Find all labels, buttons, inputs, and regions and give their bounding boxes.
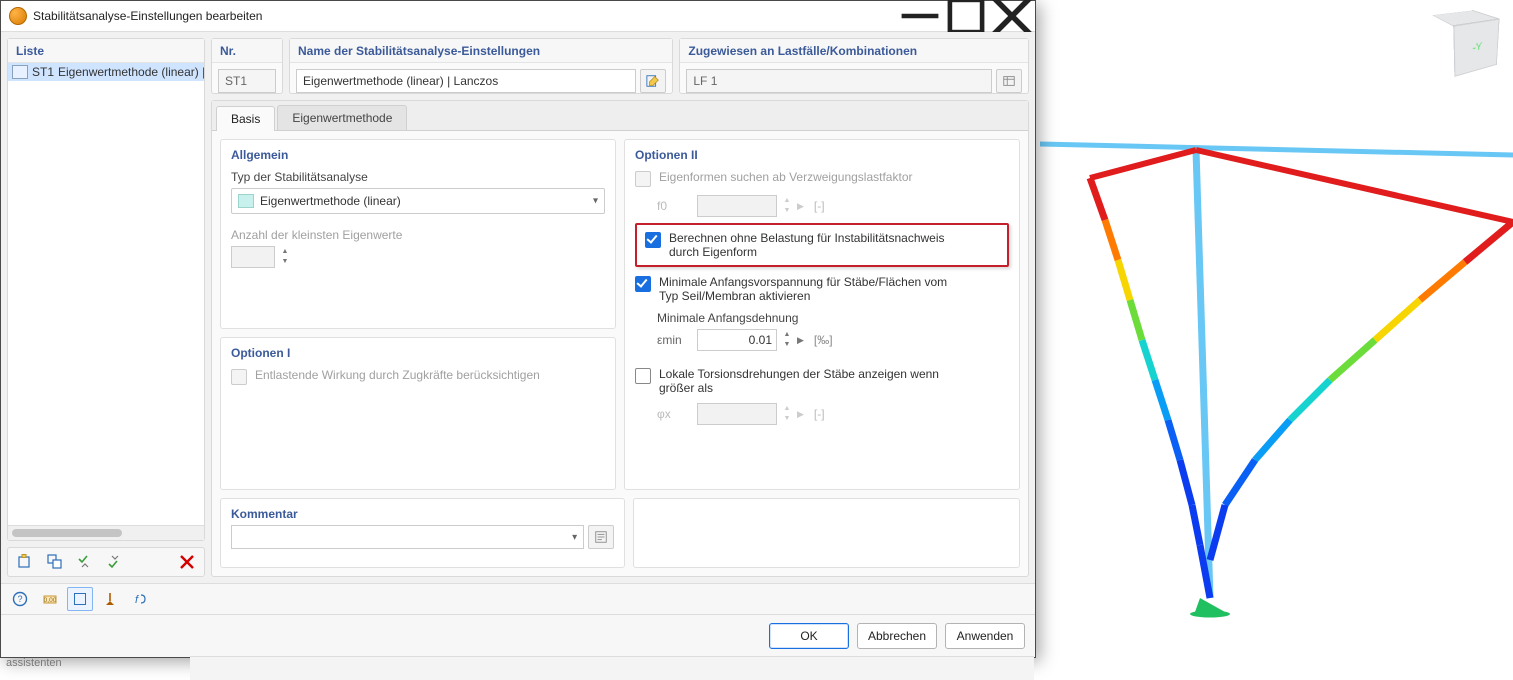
check-down-button[interactable] [72, 550, 98, 574]
kommentar-edit-button[interactable] [588, 525, 614, 549]
new-item-button[interactable] [12, 550, 38, 574]
highlight-berechnen-ohne-belastung: Berechnen ohne Belastung für Instabilitä… [635, 223, 1009, 267]
app-icon [9, 7, 27, 25]
list-item-swatch [12, 65, 28, 79]
supports-button[interactable] [97, 587, 123, 611]
svg-text:?: ? [17, 594, 22, 604]
spin-anzahl-value[interactable] [231, 246, 275, 268]
name-input[interactable]: Eigenwertmethode (linear) | Lanczos [296, 69, 636, 93]
label-emin: εmin [657, 333, 691, 347]
maximize-button[interactable] [943, 1, 989, 31]
nr-panel: Nr. ST1 [211, 38, 283, 94]
assigned-input[interactable]: LF 1 [686, 69, 992, 93]
group-kommentar: Kommentar ▾ [220, 498, 625, 568]
group-title-optionen2: Optionen II [635, 148, 1009, 162]
label-lokale-torsion: Lokale Torsionsdrehungen der Stäbe anzei… [659, 367, 959, 395]
checkbox-lokale-torsion[interactable] [635, 368, 651, 384]
checkbox-entlastende-wirkung [231, 369, 247, 385]
chevron-down-icon: ▾ [593, 196, 598, 207]
list-body[interactable]: ST1 Eigenwertmethode (linear) | Lancz [8, 63, 204, 525]
duplicate-item-button[interactable] [42, 550, 68, 574]
name-panel: Name der Stabilitätsanalyse-Einstellunge… [289, 38, 673, 94]
nr-input[interactable]: ST1 [218, 69, 276, 93]
spin-phix-value [697, 403, 777, 425]
check-up-button[interactable] [102, 550, 128, 574]
svg-text:0,00: 0,00 [44, 597, 57, 604]
dialog-bottom-toolbar: ? 0,00 f [1, 583, 1035, 614]
group-title-allgemein: Allgemein [231, 148, 605, 162]
delete-item-button[interactable] [174, 550, 200, 574]
checkbox-berechnen-ohne-belastung[interactable] [645, 232, 661, 248]
checkbox-min-vorspannung[interactable] [635, 276, 651, 292]
spin-f0: ▲▼ ▶ [697, 195, 804, 217]
apply-button[interactable]: Anwenden [945, 623, 1025, 649]
unit-emin: [‰] [814, 333, 833, 347]
label-phix: φx [657, 407, 691, 421]
label-min-vorspannung: Minimale Anfangsvorspannung für Stäbe/Fl… [659, 275, 959, 303]
minimize-button[interactable] [897, 1, 943, 31]
tab-basis[interactable]: Basis [216, 106, 275, 131]
group-title-optionen1: Optionen I [231, 346, 605, 360]
kommentar-combo[interactable]: ▾ [231, 525, 584, 549]
list-item-code: ST1 [32, 65, 54, 79]
unit-phix: [-] [814, 407, 825, 421]
svg-text:f: f [135, 594, 139, 606]
chevron-down-icon: ▾ [572, 532, 577, 543]
list-toolbar [7, 547, 205, 577]
spin-emin[interactable]: 0.01 ▲▼ ▶ [697, 329, 804, 351]
assigned-panel: Zugewiesen an Lastfälle/Kombinationen LF… [679, 38, 1029, 94]
label-typ: Typ der Stabilitätsanalyse [231, 170, 605, 184]
tab-eigenwertmethode[interactable]: Eigenwertmethode [277, 105, 407, 130]
label-anzahl: Anzahl der kleinsten Eigenwerte [231, 228, 605, 242]
list-horizontal-scrollbar[interactable] [8, 525, 204, 540]
select-typ-swatch [238, 194, 254, 208]
dialog-edit-stability-settings: Stabilitätsanalyse-Einstellungen bearbei… [0, 0, 1036, 658]
navigation-cube[interactable]: -Y [1431, 6, 1501, 76]
select-typ[interactable]: Eigenwertmethode (linear) ▾ [231, 188, 605, 214]
titlebar[interactable]: Stabilitätsanalyse-Einstellungen bearbei… [1, 1, 1035, 32]
cancel-button[interactable]: Abbrechen [857, 623, 937, 649]
label-eigenformen-suchen: Eigenformen suchen ab Verzweigungslastfa… [659, 170, 912, 184]
list-item[interactable]: ST1 Eigenwertmethode (linear) | Lancz [8, 63, 204, 81]
units-button[interactable]: 0,00 [37, 587, 63, 611]
nr-title: Nr. [212, 39, 282, 63]
ok-button[interactable]: OK [769, 623, 849, 649]
function-button[interactable]: f [127, 587, 153, 611]
label-f0: f0 [657, 199, 691, 213]
group-bottom-right-empty [633, 498, 1020, 568]
tabs-panel: Basis Eigenwertmethode Allgemein Typ der… [211, 100, 1029, 577]
spin-f0-value [697, 195, 777, 217]
window-title: Stabilitätsanalyse-Einstellungen bearbei… [33, 9, 897, 23]
spin-anzahl[interactable]: ▲▼ [231, 246, 291, 268]
spin-emin-value[interactable]: 0.01 [697, 329, 777, 351]
view-mode-button[interactable] [67, 587, 93, 611]
close-button[interactable] [989, 1, 1035, 31]
background-toolbar-strip [190, 656, 1034, 680]
name-title: Name der Stabilitätsanalyse-Einstellunge… [290, 39, 672, 63]
label-min-dehnung: Minimale Anfangsdehnung [657, 311, 1009, 325]
group-title-kommentar: Kommentar [231, 507, 614, 521]
list-title: Liste [8, 39, 204, 63]
checkbox-eigenformen-suchen [635, 171, 651, 187]
list-panel: Liste ST1 Eigenwertmethode (linear) | La… [7, 38, 205, 541]
assigned-title: Zugewiesen an Lastfälle/Kombinationen [680, 39, 1028, 63]
label-berechnen-ohne-belastung: Berechnen ohne Belastung für Instabilitä… [669, 231, 969, 259]
unit-f0: [-] [814, 199, 825, 213]
select-typ-value: Eigenwertmethode (linear) [260, 194, 401, 208]
group-allgemein: Allgemein Typ der Stabilitätsanalyse Eig… [220, 139, 616, 329]
dialog-button-bar: OK Abbrechen Anwenden [1, 614, 1035, 657]
label-entlastende-wirkung: Entlastende Wirkung durch Zugkräfte berü… [255, 368, 540, 382]
list-item-label: Eigenwertmethode (linear) | Lancz [58, 65, 204, 79]
group-optionen2: Optionen II Eigenformen suchen ab Verzwe… [624, 139, 1020, 490]
truncated-sidebar-text: assistenten [0, 655, 212, 671]
help-button[interactable]: ? [7, 587, 33, 611]
tabstrip: Basis Eigenwertmethode [212, 101, 1028, 131]
assign-loadcase-button[interactable] [996, 69, 1022, 93]
spin-phix: ▲▼ ▶ [697, 403, 804, 425]
group-optionen1: Optionen I Entlastende Wirkung durch Zug… [220, 337, 616, 490]
edit-name-button[interactable] [640, 69, 666, 93]
